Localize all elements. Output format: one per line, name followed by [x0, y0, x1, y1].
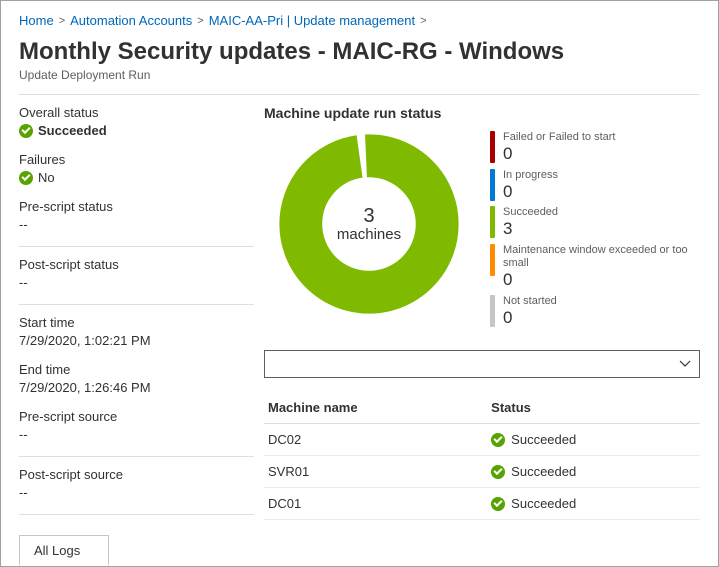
end-time-label: End time — [19, 362, 254, 377]
machine-status-cell: Succeeded — [511, 464, 576, 479]
post-script-status-label: Post-script status — [19, 257, 254, 272]
machines-table: Machine name Status DC02 Succeeded SVR01… — [264, 392, 700, 520]
breadcrumb-update-management[interactable]: MAIC-AA-Pri | Update management — [209, 13, 415, 28]
start-time-value: 7/29/2020, 1:02:21 PM — [19, 333, 254, 348]
legend-color-bar — [490, 206, 495, 238]
legend-label: Succeeded — [503, 206, 558, 219]
post-script-source-label: Post-script source — [19, 467, 254, 482]
legend-value: 0 — [503, 270, 700, 290]
breadcrumb-home[interactable]: Home — [19, 13, 54, 28]
page-subtitle: Update Deployment Run — [19, 68, 700, 82]
post-script-source-value: -- — [19, 485, 254, 500]
table-row[interactable]: SVR01 Succeeded — [264, 456, 700, 488]
donut-label: machines — [337, 226, 401, 243]
chevron-down-icon — [679, 358, 691, 370]
status-legend: Failed or Failed to start 0 In progress … — [490, 129, 700, 328]
breadcrumb: Home > Automation Accounts > MAIC-AA-Pri… — [19, 13, 700, 28]
run-status-heading: Machine update run status — [264, 105, 700, 121]
summary-panel: Overall status Succeeded Failures No Pre… — [19, 105, 264, 565]
legend-item-succeeded: Succeeded 3 — [490, 206, 700, 240]
machine-name-cell: DC02 — [264, 424, 487, 456]
legend-label: In progress — [503, 169, 558, 182]
start-time-label: Start time — [19, 315, 254, 330]
legend-value: 0 — [503, 308, 557, 328]
tab-all-logs[interactable]: All Logs — [19, 535, 109, 565]
divider — [19, 456, 254, 457]
overall-status-label: Overall status — [19, 105, 254, 120]
pre-script-source-value: -- — [19, 427, 254, 442]
pre-script-status-value: -- — [19, 217, 254, 232]
end-time-value: 7/29/2020, 1:26:46 PM — [19, 380, 254, 395]
divider — [19, 94, 700, 95]
legend-value: 3 — [503, 219, 558, 239]
legend-item-notstarted: Not started 0 — [490, 295, 700, 329]
legend-label: Failed or Failed to start — [503, 131, 616, 144]
machine-status-cell: Succeeded — [511, 496, 576, 511]
legend-label: Not started — [503, 295, 557, 308]
failures-value: No — [38, 170, 55, 185]
machine-status-cell: Succeeded — [511, 432, 576, 447]
breadcrumb-automation-accounts[interactable]: Automation Accounts — [70, 13, 192, 28]
page-title: Monthly Security updates - MAIC-RG - Win… — [19, 38, 700, 66]
divider — [19, 514, 254, 515]
overall-status-value: Succeeded — [38, 123, 107, 138]
col-status[interactable]: Status — [487, 392, 700, 424]
post-script-status-value: -- — [19, 275, 254, 290]
pre-script-source-label: Pre-script source — [19, 409, 254, 424]
legend-color-bar — [490, 131, 495, 163]
legend-item-failed: Failed or Failed to start 0 — [490, 131, 700, 165]
legend-item-inprogress: In progress 0 — [490, 169, 700, 203]
chevron-right-icon: > — [196, 15, 204, 27]
legend-value: 0 — [503, 182, 558, 202]
donut-count: 3 — [363, 206, 374, 226]
success-icon — [491, 465, 505, 479]
chevron-right-icon: > — [419, 15, 427, 27]
legend-color-bar — [490, 169, 495, 201]
success-icon — [19, 171, 33, 185]
success-icon — [19, 124, 33, 138]
run-status-panel: Machine update run status 3 machines — [264, 105, 700, 565]
divider — [19, 304, 254, 305]
machine-name-cell: SVR01 — [264, 456, 487, 488]
divider — [19, 246, 254, 247]
donut-chart: 3 machines — [279, 134, 459, 314]
table-row[interactable]: DC02 Succeeded — [264, 424, 700, 456]
legend-color-bar — [490, 244, 495, 276]
legend-label: Maintenance window exceeded or too small — [503, 244, 700, 270]
legend-item-maintenance: Maintenance window exceeded or too small… — [490, 244, 700, 291]
legend-value: 0 — [503, 144, 616, 164]
pre-script-status-label: Pre-script status — [19, 199, 254, 214]
failures-label: Failures — [19, 152, 254, 167]
table-row[interactable]: DC01 Succeeded — [264, 488, 700, 520]
filter-dropdown[interactable] — [264, 350, 700, 378]
chevron-right-icon: > — [58, 15, 66, 27]
machine-name-cell: DC01 — [264, 488, 487, 520]
legend-color-bar — [490, 295, 495, 327]
col-machine-name[interactable]: Machine name — [264, 392, 487, 424]
success-icon — [491, 433, 505, 447]
success-icon — [491, 497, 505, 511]
